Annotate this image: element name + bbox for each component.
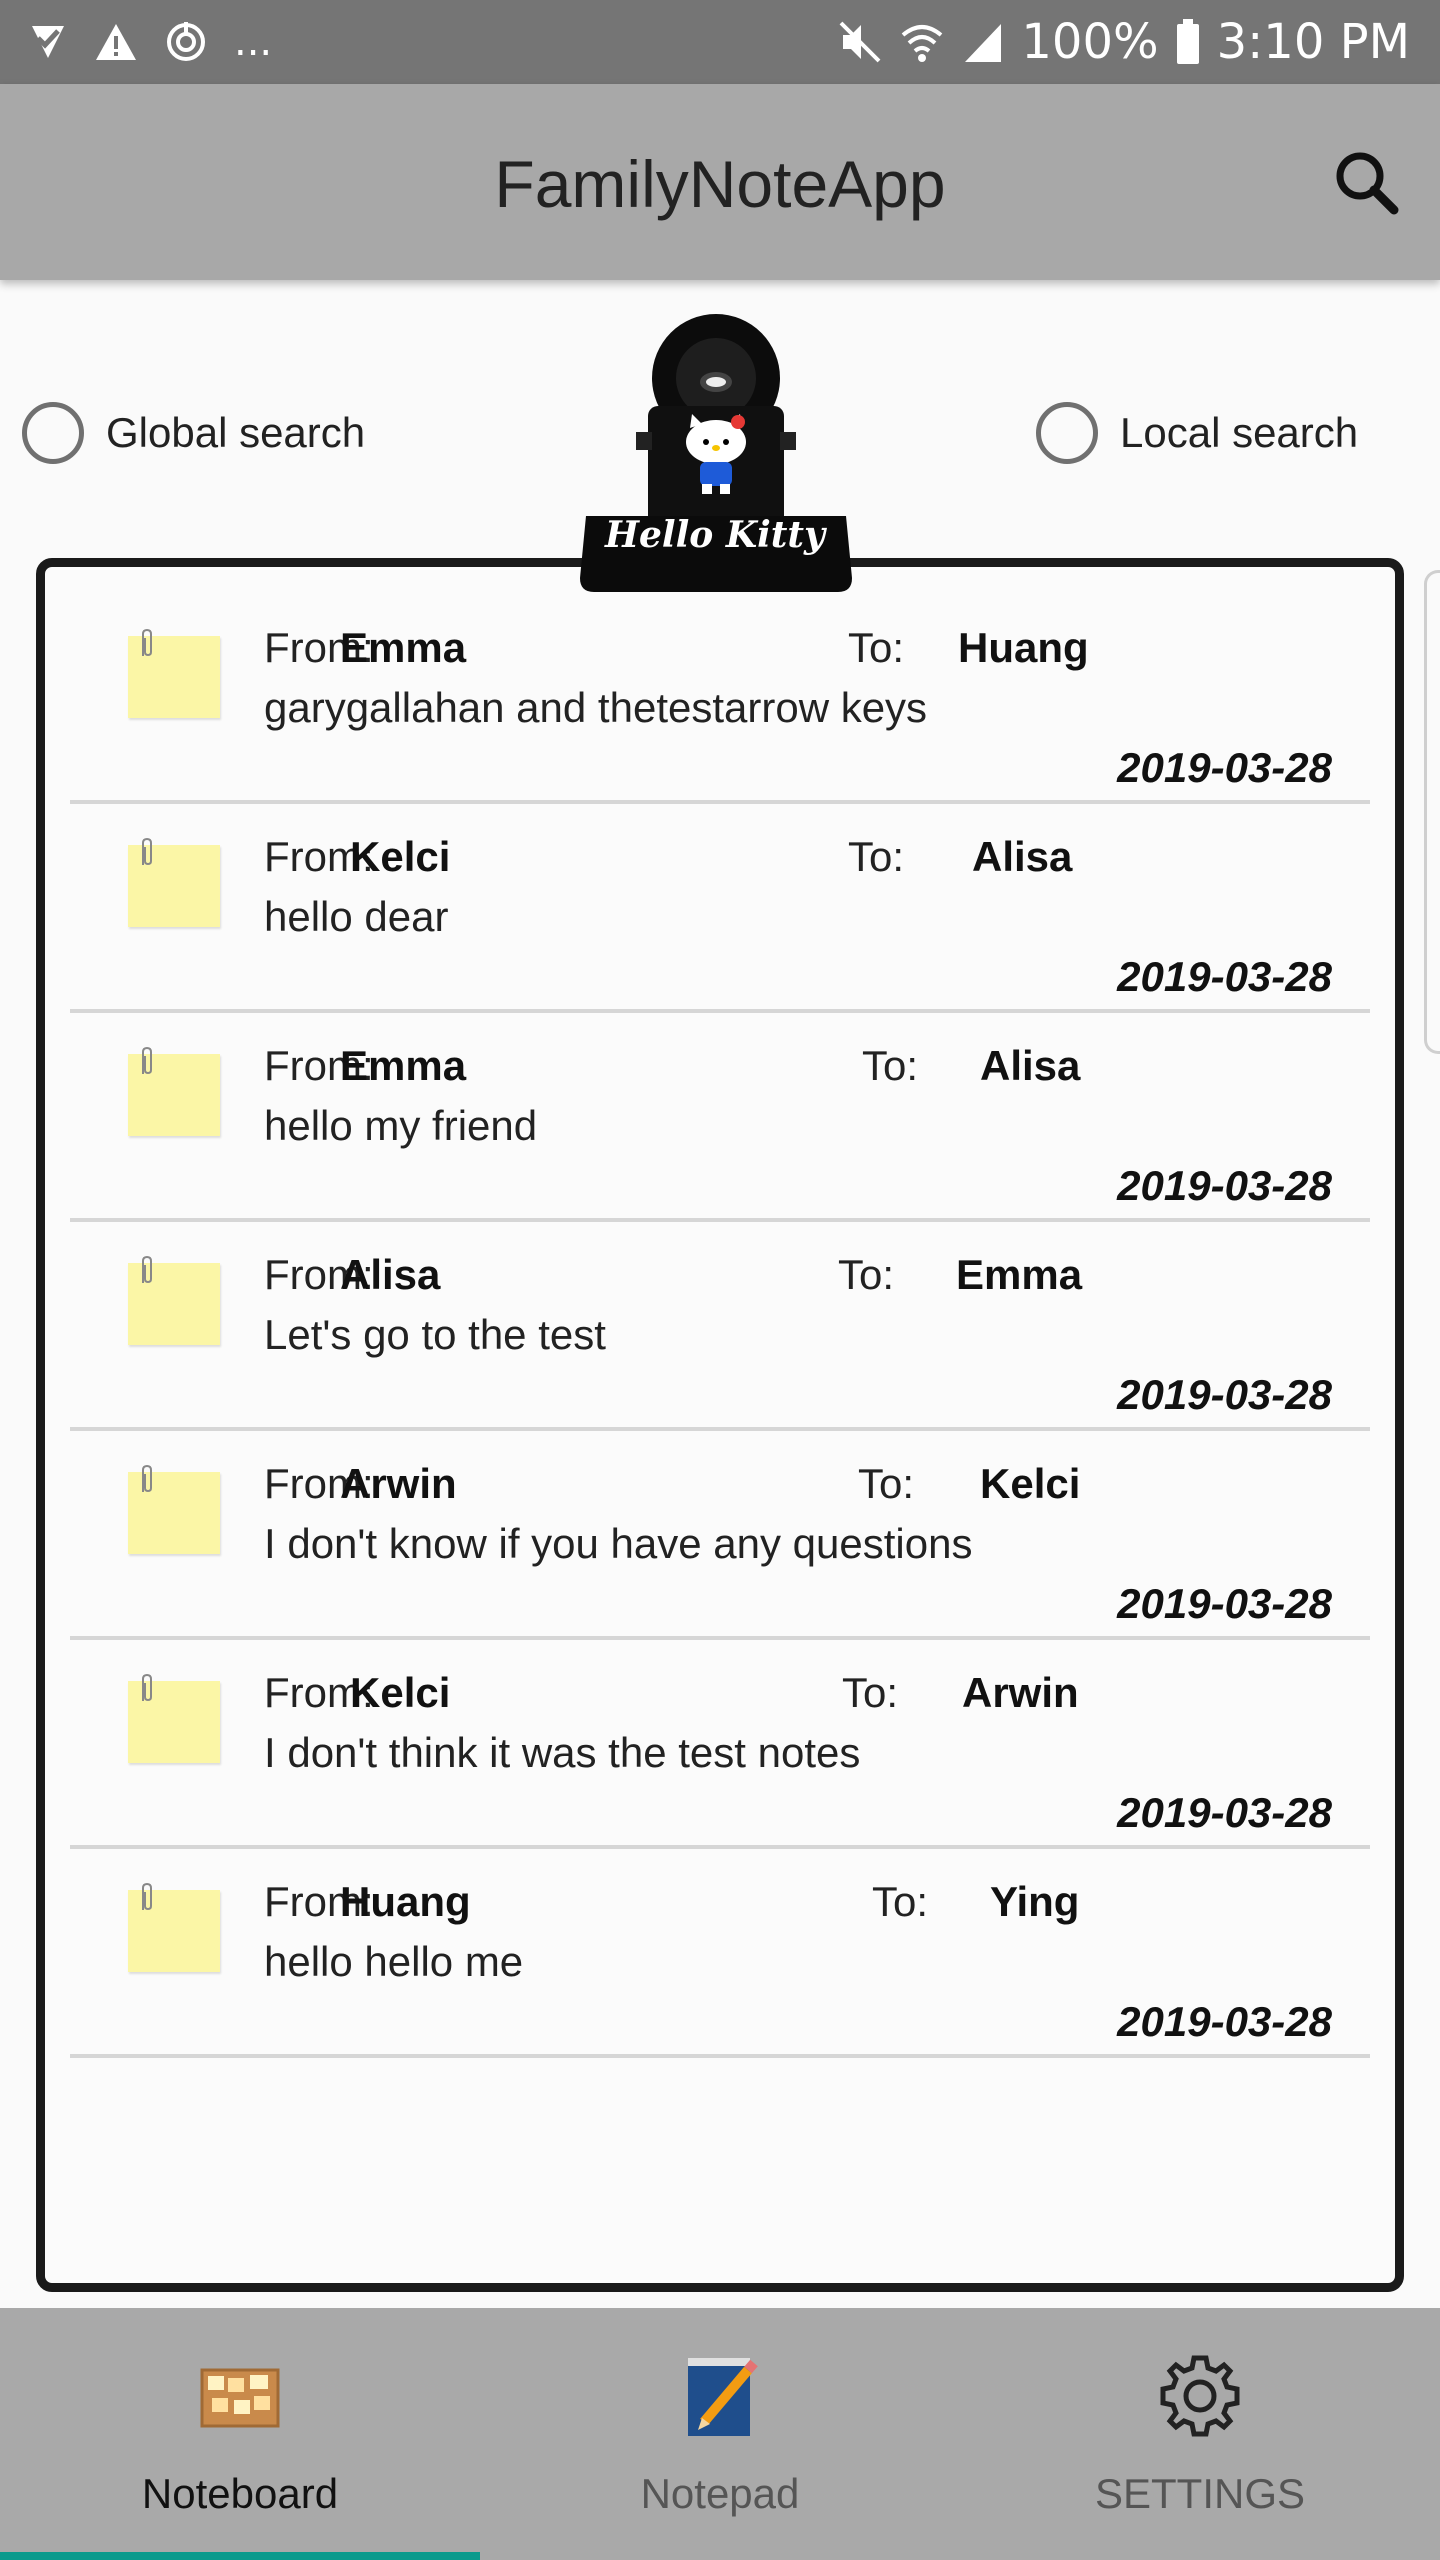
note-message: garygallahan and thetestarrow keys — [264, 684, 928, 731]
recipient-name: Arwin — [962, 1669, 1079, 1716]
local-search-radio[interactable] — [1036, 402, 1098, 464]
app-title: FamilyNoteApp — [494, 147, 946, 221]
search-icon — [1336, 152, 1399, 215]
paperclip-icon — [142, 1673, 152, 1702]
to-label: To: — [862, 1042, 919, 1089]
hello-kitty-clip: Hello Kitty — [556, 310, 876, 600]
mute-icon — [837, 19, 883, 65]
sender-name: Arwin — [340, 1460, 457, 1507]
clip-label: Hello Kitty — [605, 514, 825, 556]
battery-icon — [1175, 19, 1201, 65]
to-label: To: — [838, 1251, 895, 1298]
sender-name: Kelci — [350, 1669, 451, 1716]
note-item[interactable]: From: Emma To: Huang garygallahan and thetes… — [70, 592, 1370, 804]
to-label: To: — [848, 624, 905, 671]
paperclip-icon — [142, 1464, 152, 1493]
sender-name: Alisa — [340, 1251, 441, 1298]
note-date: 2019-03-28 — [1117, 1789, 1332, 1836]
note-date: 2019-03-28 — [1117, 1162, 1332, 1209]
gear-icon — [1154, 2350, 1246, 2442]
wifi-icon — [899, 19, 945, 65]
note-item[interactable]: From: Emma To: Alisa hello my friend 2019-03-… — [70, 1010, 1370, 1222]
paperclip-icon — [142, 628, 152, 657]
note-date: 2019-03-28 — [1117, 744, 1332, 791]
note-item[interactable]: From: Kelci To: Arwin I don't think it was t… — [70, 1637, 1370, 1849]
signal-icon — [961, 20, 1005, 64]
note-message: hello dear — [264, 893, 449, 940]
note-item[interactable]: From: Kelci To: Alisa hello dear 2019-03-28 — [70, 801, 1370, 1013]
sender-name: Kelci — [350, 833, 451, 880]
recipient-name: Alisa — [972, 833, 1073, 880]
tab-settings[interactable]: SETTINGS — [960, 2308, 1440, 2560]
recipient-name: Alisa — [980, 1042, 1081, 1089]
tab-noteboard[interactable]: Noteboard — [0, 2308, 480, 2560]
note-date: 2019-03-28 — [1117, 953, 1332, 1000]
sync-icon — [164, 20, 208, 64]
notepad-pencil-icon — [674, 2350, 766, 2442]
paperclip-icon — [142, 1046, 152, 1075]
local-search-label: Local search — [1120, 409, 1359, 456]
recipient-name: Kelci — [980, 1460, 1081, 1507]
to-label: To: — [858, 1460, 915, 1507]
binder-clip-icon — [580, 314, 852, 592]
scroll-edge — [1424, 570, 1440, 1054]
battery-percent: 100% — [1021, 14, 1159, 70]
sender-name: Emma — [340, 624, 467, 671]
note-message: hello hello me — [264, 1938, 524, 1985]
note-date: 2019-03-28 — [1117, 1998, 1332, 2045]
clock: 3:10 PM — [1216, 14, 1410, 70]
local-search-option[interactable]: Local search — [1036, 402, 1358, 464]
note-message: Let's go to the test — [264, 1311, 606, 1358]
note-date: 2019-03-28 — [1117, 1371, 1332, 1418]
note-message: hello my friend — [264, 1102, 538, 1149]
status-bar: ... 100% 3:10 PM — [0, 0, 1440, 84]
recipient-name: Huang — [958, 624, 1089, 671]
tab-notepad-label: Notepad — [640, 2470, 800, 2517]
global-search-option[interactable]: Global search — [22, 402, 365, 464]
more-notifications-text: ... — [234, 19, 273, 65]
paperclip-icon — [142, 837, 152, 866]
paperclip-icon — [142, 1255, 152, 1284]
global-search-label: Global search — [106, 409, 366, 456]
note-date: 2019-03-28 — [1117, 1580, 1332, 1627]
note-item[interactable]: From: Alisa To: Emma Let's go to the test 201… — [70, 1219, 1370, 1431]
to-label: To: — [842, 1669, 899, 1716]
note-item[interactable]: From: Huang To: Ying hello hello me 2019-03-2… — [70, 1846, 1370, 2058]
tab-notepad[interactable]: Notepad — [480, 2308, 960, 2560]
note-message: I don't know if you have any questions — [264, 1520, 973, 1567]
recipient-name: Ying — [990, 1878, 1080, 1925]
bottom-navigation: Noteboard Notepad SETTINGS — [0, 2308, 1440, 2560]
sender-name: Huang — [340, 1878, 471, 1925]
sender-name: Emma — [340, 1042, 467, 1089]
corkboard-icon — [194, 2350, 286, 2442]
search-button[interactable] — [1328, 144, 1406, 222]
check-notification-icon — [28, 22, 68, 62]
active-tab-indicator — [0, 2552, 480, 2560]
paperclip-icon — [142, 1882, 152, 1911]
global-search-radio[interactable] — [22, 402, 84, 464]
note-message: I don't think it was the test notes — [264, 1729, 861, 1776]
warning-icon — [94, 22, 138, 62]
note-item[interactable]: From: Arwin To: Kelci I don't know if you ha… — [70, 1428, 1370, 1640]
recipient-name: Emma — [956, 1251, 1083, 1298]
to-label: To: — [872, 1878, 929, 1925]
tab-noteboard-label: Noteboard — [141, 2470, 339, 2517]
tab-settings-label: SETTINGS — [1094, 2470, 1306, 2517]
app-bar: FamilyNoteApp — [0, 84, 1440, 280]
to-label: To: — [848, 833, 905, 880]
